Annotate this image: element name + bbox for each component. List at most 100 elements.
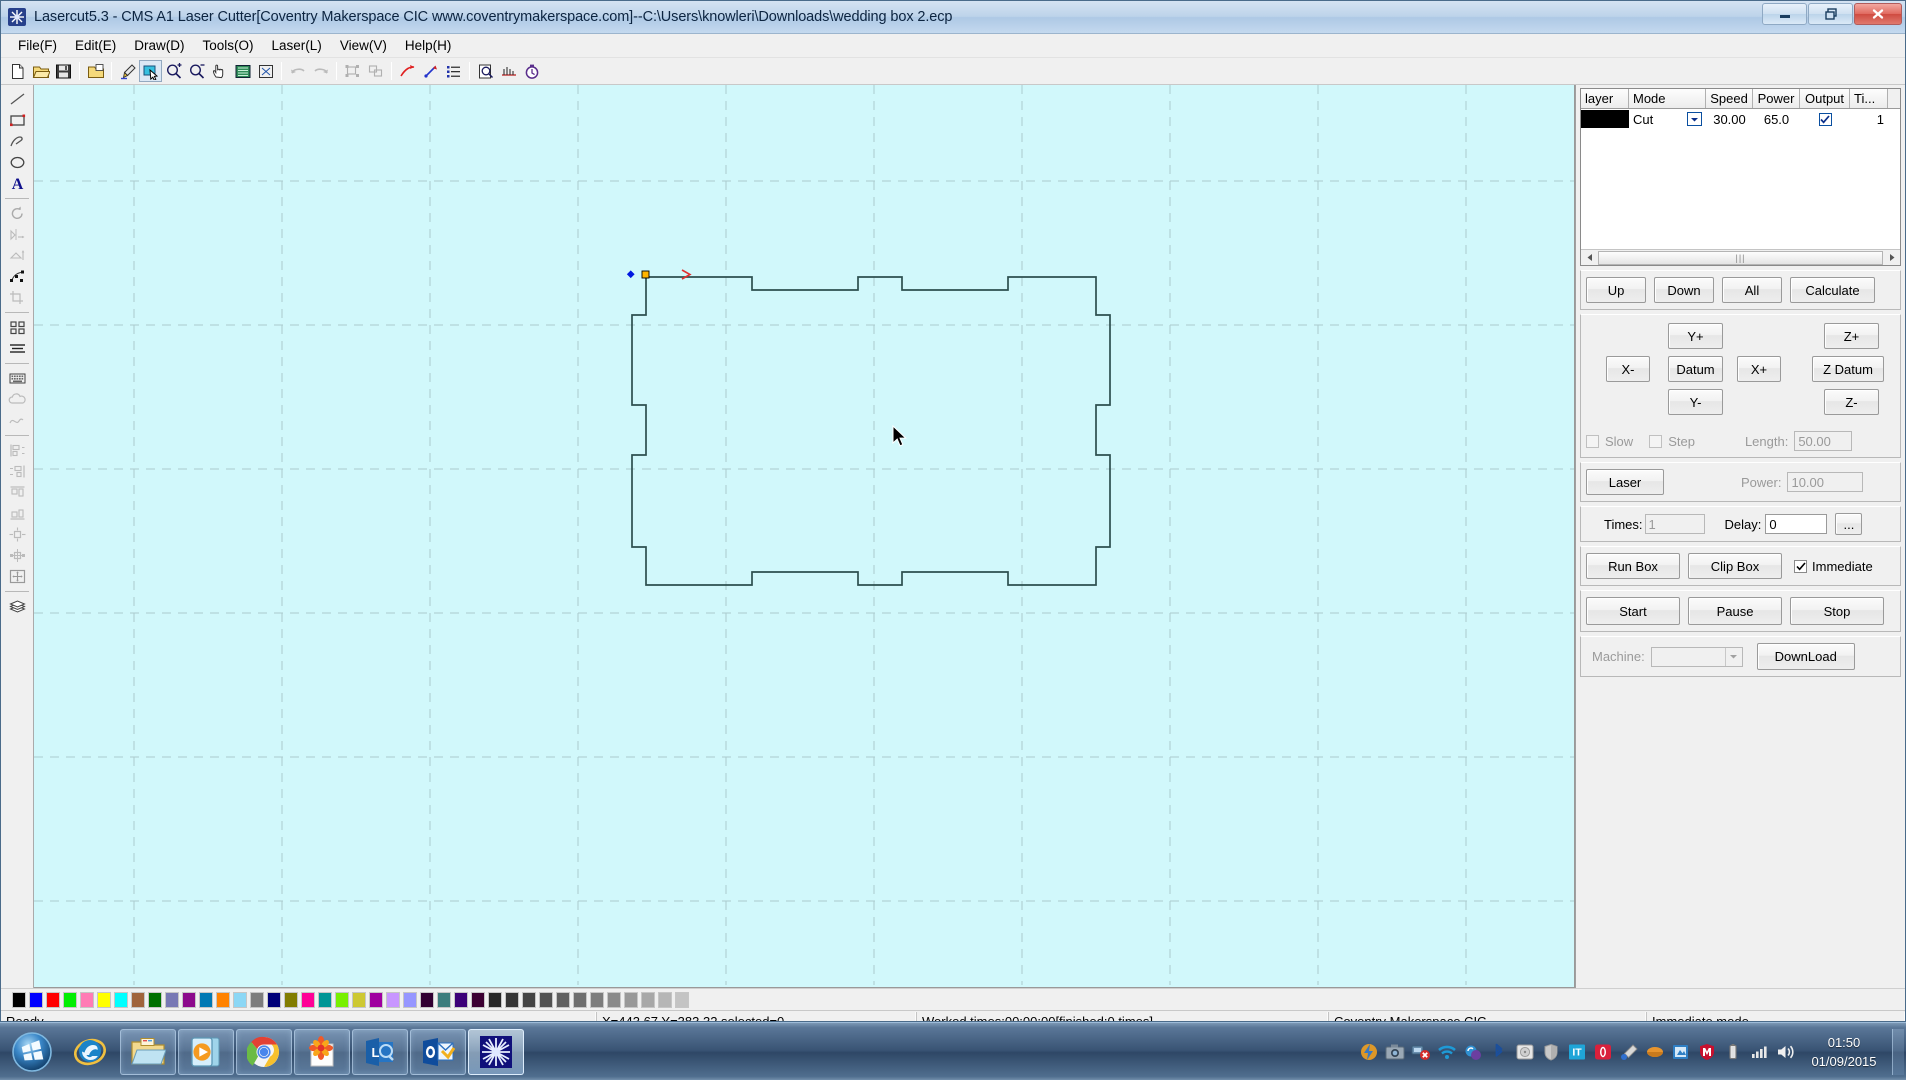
pan-button[interactable] [208,60,231,82]
stop-button[interactable]: Stop [1790,597,1884,625]
palette-swatch-34[interactable] [590,992,604,1008]
preview-button[interactable] [474,60,497,82]
immediate-checkbox[interactable] [1794,560,1807,573]
palette-swatch-31[interactable] [539,992,553,1008]
palette-swatch-17[interactable] [301,992,315,1008]
simulate-button[interactable] [497,60,520,82]
start-button[interactable]: Start [1586,597,1680,625]
tray-camera-icon[interactable] [1382,1037,1408,1067]
minimize-button[interactable] [1762,3,1807,25]
layer-color-swatch[interactable] [1581,110,1629,128]
palette-swatch-24[interactable] [420,992,434,1008]
menu-draw[interactable]: Draw(D) [125,35,193,56]
palette-swatch-11[interactable] [199,992,213,1008]
box-outline-shape[interactable] [34,85,1575,985]
tray-sharepoint-icon[interactable] [1668,1037,1694,1067]
crop-tool[interactable] [4,287,30,308]
tray-opera-icon[interactable] [1590,1037,1616,1067]
power-input[interactable]: 10.00 [1787,472,1863,492]
palette-swatch-27[interactable] [471,992,485,1008]
palette-swatch-22[interactable] [386,992,400,1008]
palette-swatch-9[interactable] [165,992,179,1008]
tray-bluetooth-icon[interactable] [1486,1037,1512,1067]
jog-x-minus-button[interactable]: X- [1606,356,1650,382]
palette-swatch-37[interactable] [641,992,655,1008]
layers-tool[interactable] [4,596,30,617]
layer-power-value[interactable]: 65.0 [1753,112,1800,127]
draw-ellipse-tool[interactable] [4,152,30,173]
palette-swatch-19[interactable] [335,992,349,1008]
palette-swatch-39[interactable] [675,992,689,1008]
set-start-point-button[interactable] [419,60,442,82]
palette-swatch-33[interactable] [573,992,587,1008]
palette-swatch-7[interactable] [131,992,145,1008]
palette-swatch-32[interactable] [556,992,570,1008]
length-input[interactable]: 50.00 [1794,431,1852,451]
palette-swatch-36[interactable] [624,992,638,1008]
layer-list[interactable]: layer Mode Speed Power Output Ti... Cut [1580,88,1901,266]
jog-y-minus-button[interactable]: Y- [1668,389,1723,415]
step-checkbox[interactable] [1649,435,1662,448]
layer-mode-dropdown[interactable] [1687,112,1702,126]
undo-button[interactable] [286,60,309,82]
layer-up-button[interactable]: Up [1586,277,1646,303]
select-tool-button[interactable] [139,60,162,82]
menu-laser[interactable]: Laser(L) [263,35,331,56]
palette-swatch-18[interactable] [318,992,332,1008]
palette-swatch-3[interactable] [63,992,77,1008]
set-direction-button[interactable] [396,60,419,82]
calculate-button[interactable]: Calculate [1790,277,1875,303]
draw-rectangle-tool[interactable] [4,110,30,131]
chevron-down-icon[interactable] [1725,648,1742,666]
palette-swatch-21[interactable] [369,992,383,1008]
tray-wifi-icon[interactable] [1434,1037,1460,1067]
show-desktop-button[interactable] [1892,1029,1904,1075]
menu-help[interactable]: Help(H) [396,35,461,56]
layer-times-value[interactable]: 1 [1850,112,1888,127]
palette-swatch-28[interactable] [488,992,502,1008]
tray-network-error-icon[interactable] [1408,1037,1434,1067]
taskbar-paint[interactable] [294,1029,350,1075]
open-button[interactable] [29,60,52,82]
palette-swatch-6[interactable] [114,992,128,1008]
tray-disk-icon[interactable] [1512,1037,1538,1067]
maximize-button[interactable] [1808,3,1853,25]
tray-battery-icon[interactable] [1720,1037,1746,1067]
layer-output-checkbox[interactable] [1819,113,1832,126]
jog-x-plus-button[interactable]: X+ [1737,356,1781,382]
run-box-button[interactable]: Run Box [1586,553,1680,579]
align-center-horizontal-tool[interactable] [4,545,30,566]
zoom-page-button[interactable] [231,60,254,82]
taskbar-internet-explorer[interactable] [62,1029,118,1075]
pause-button[interactable]: Pause [1688,597,1782,625]
palette-swatch-38[interactable] [658,992,672,1008]
jog-z-datum-button[interactable]: Z Datum [1812,356,1884,382]
palette-swatch-14[interactable] [250,992,264,1008]
palette-swatch-12[interactable] [216,992,230,1008]
jog-datum-button[interactable]: Datum [1668,356,1723,382]
curve-smooth-tool[interactable] [4,410,30,431]
taskbar-chrome[interactable] [236,1029,292,1075]
palette-swatch-15[interactable] [267,992,281,1008]
palette-swatch-1[interactable] [29,992,43,1008]
cut-order-button[interactable] [442,60,465,82]
draw-text-tool[interactable]: A [4,173,30,194]
tray-signal-icon[interactable] [1746,1037,1772,1067]
tray-pen-icon[interactable] [1616,1037,1642,1067]
palette-swatch-30[interactable] [522,992,536,1008]
taskbar-lync[interactable]: L [352,1029,408,1075]
slow-checkbox[interactable] [1586,435,1599,448]
delay-more-button[interactable]: ... [1835,513,1862,535]
palette-swatch-29[interactable] [505,992,519,1008]
table-row[interactable]: Cut 30.00 65.0 1 [1581,109,1900,129]
menu-file[interactable]: File(F) [9,35,66,56]
palette-swatch-25[interactable] [437,992,451,1008]
download-button[interactable]: DownLoad [1757,643,1855,670]
import-button[interactable] [84,60,107,82]
zoom-selection-button[interactable] [254,60,277,82]
align-center-vertical-tool[interactable] [4,524,30,545]
close-button[interactable] [1854,3,1902,25]
canvas-surface[interactable] [34,85,1574,987]
palette-swatch-16[interactable] [284,992,298,1008]
scroll-left-icon[interactable] [1581,250,1597,265]
